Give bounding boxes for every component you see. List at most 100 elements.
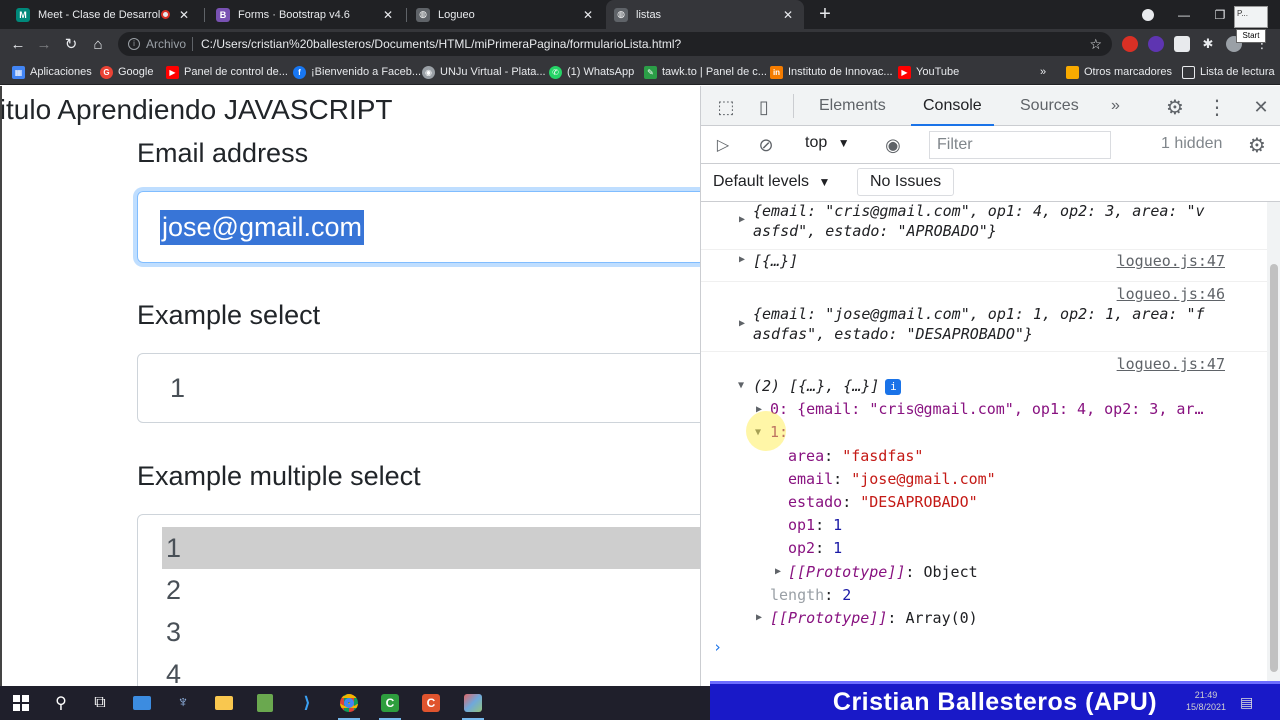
issues-button[interactable]: No Issues (857, 168, 955, 196)
prototype-array-row[interactable]: [[Prototype]]: Array(0) (770, 609, 978, 627)
close-icon[interactable]: ✕ (1249, 95, 1273, 119)
example-multiple-select[interactable]: 1 2 3 4 (137, 514, 700, 686)
search-icon[interactable]: ⚲ (48, 690, 74, 716)
eye-icon[interactable]: ◉ (881, 134, 905, 156)
tab-meet[interactable]: M Meet - Clase de Desarrollo W ✕ (8, 0, 200, 29)
console-message-expanded[interactable]: logueo.js:47 ▼ (2) [{…}, {…}] i ▶ 0: {ema… (701, 352, 1267, 634)
url-text[interactable]: C:/Users/cristian%20ballesteros/Document… (201, 37, 681, 51)
filter-input[interactable]: Filter (929, 131, 1111, 159)
collapse-triangle-icon[interactable]: ▼ (738, 380, 744, 391)
property-key: op1 (788, 516, 816, 534)
bookmark-google[interactable]: G Google (100, 64, 153, 80)
source-link[interactable]: logueo.js:47 (1117, 252, 1225, 270)
console-message[interactable]: logueo.js:46 ▶ {email: "jose@gmail.com",… (701, 282, 1267, 352)
bookmark-label: tawk.to | Panel de c... (662, 66, 767, 78)
inspect-element-icon[interactable]: ⬚ (715, 96, 737, 118)
bookmark-facebook[interactable]: f ¡Bienvenido a Faceb... (293, 64, 421, 80)
puzzle-icon[interactable]: ✱ (1200, 36, 1216, 52)
source-link[interactable]: logueo.js:47 (1117, 355, 1225, 373)
bookmark-tawk[interactable]: ✎ tawk.to | Panel de c... (644, 64, 767, 80)
bookmark-panel[interactable]: ▶ Panel de control de... (166, 64, 288, 80)
console-scrollbar[interactable] (1267, 202, 1280, 686)
more-tabs-button[interactable]: » (1111, 86, 1120, 126)
tab-bootstrap-forms[interactable]: B Forms · Bootstrap v4.6 ✕ (208, 0, 404, 29)
bookmark-unju[interactable]: ◉ UNJu Virtual - Plata... (422, 64, 546, 80)
clear-console-icon[interactable]: ⊘ (755, 134, 777, 156)
reload-icon[interactable]: ↻ (60, 33, 82, 55)
scrollbar-thumb[interactable] (1270, 264, 1278, 672)
new-tab-button[interactable]: + (814, 3, 836, 25)
expand-triangle-icon[interactable]: ▶ (739, 318, 745, 329)
bookmark-label: Instituto de Innovac... (788, 66, 893, 78)
camtasia-icon[interactable]: C (377, 690, 403, 720)
source-link[interactable]: logueo.js:46 (1117, 285, 1225, 303)
prototype-object-row[interactable]: [[Prototype]]: Object (788, 563, 978, 581)
bookmark-whatsapp[interactable]: ✆ (1) WhatsApp (549, 64, 634, 80)
bookmarks-overflow-button[interactable]: » (1040, 64, 1046, 80)
vscode-icon[interactable]: ⟩ (294, 690, 320, 716)
close-tab-icon[interactable]: ✕ (380, 8, 396, 22)
extension-icon[interactable] (1174, 36, 1190, 52)
chevron-down-icon: ▼ (818, 175, 831, 189)
log-line: [{…}] (753, 252, 799, 270)
example-select[interactable]: 1 (137, 353, 700, 423)
console-output: ▶ {email: "cris@gmail.com", op1: 4, op2:… (701, 202, 1267, 686)
minimize-button[interactable]: — (1166, 0, 1202, 29)
sidebar-toggle-icon[interactable]: ▷ (711, 134, 735, 156)
array-item-0[interactable]: 0: {email: "cris@gmail.com", op1: 4, op2… (770, 400, 1203, 418)
device-toolbar-icon[interactable]: ▯ (753, 96, 775, 118)
bookmark-youtube[interactable]: ▶ YouTube (898, 64, 959, 80)
default-levels-dropdown[interactable]: Default levels ▼ (713, 173, 830, 191)
tab-console[interactable]: Console (911, 86, 994, 126)
chrome-icon[interactable] (336, 690, 362, 720)
tab-logueo[interactable]: ◍ Logueo ✕ (408, 0, 604, 29)
multi-select-option[interactable]: 2 (162, 569, 700, 611)
file-explorer-alt-icon[interactable] (129, 690, 155, 716)
multi-select-option[interactable]: 4 (162, 653, 700, 686)
address-bar[interactable]: i Archivo C:/Users/cristian%20ballestero… (118, 32, 1112, 56)
extension-icon[interactable] (1148, 36, 1164, 52)
console-message[interactable]: ▶ [{…}] logueo.js:47 (701, 250, 1267, 282)
bookmark-star-icon[interactable]: ☆ (1089, 36, 1102, 53)
task-view-icon[interactable]: ⧉ (87, 690, 113, 716)
notification-icon[interactable]: ▤ (1240, 694, 1253, 711)
reading-list[interactable]: Lista de lectura (1182, 64, 1275, 80)
gear-icon[interactable]: ⚙ (1163, 95, 1187, 119)
paint-icon[interactable] (460, 690, 486, 720)
bookmark-instituto[interactable]: in Instituto de Innovac... (770, 64, 893, 80)
multi-select-option[interactable]: 1 (162, 527, 700, 569)
console-message[interactable]: ▶ {email: "cris@gmail.com", op1: 4, op2:… (701, 202, 1267, 250)
profile-icon[interactable] (1130, 0, 1166, 29)
console-settings-icon[interactable]: ⚙ (1245, 134, 1269, 157)
bookmark-apps[interactable]: ▦ Aplicaciones (12, 64, 92, 80)
kebab-menu-icon[interactable]: ⋮ (1205, 95, 1229, 119)
home-icon[interactable]: ⌂ (87, 33, 109, 55)
close-tab-icon[interactable]: ✕ (176, 8, 192, 22)
expand-triangle-icon[interactable]: ▶ (739, 254, 745, 265)
close-tab-icon[interactable]: ✕ (780, 8, 796, 22)
multi-select-option[interactable]: 3 (162, 611, 700, 653)
expand-triangle-icon[interactable]: ▶ (739, 214, 745, 225)
expand-triangle-icon[interactable]: ▶ (775, 566, 781, 577)
info-badge-icon[interactable]: i (885, 379, 902, 395)
system-clock[interactable]: 21:49 15/8/2021 (1186, 689, 1226, 713)
tab-elements[interactable]: Elements (819, 86, 886, 126)
expand-triangle-icon[interactable]: ▶ (756, 612, 762, 623)
console-prompt[interactable]: › (713, 638, 722, 656)
maximize-button[interactable]: ❐ (1202, 0, 1238, 29)
windows-start-icon[interactable] (8, 690, 34, 716)
tab-sources[interactable]: Sources (1020, 86, 1079, 126)
context-selector[interactable]: top ▼ (805, 134, 850, 152)
folder-icon[interactable] (211, 690, 237, 716)
tab-listas[interactable]: ◍ listas ✕ (606, 0, 804, 29)
xampp-icon[interactable]: ♆ (170, 690, 196, 716)
email-field[interactable]: jose@gmail.com (137, 191, 700, 263)
close-tab-icon[interactable]: ✕ (580, 8, 596, 22)
recorder-icon[interactable]: C (418, 690, 444, 716)
back-icon[interactable]: ← (7, 33, 29, 55)
extension-record-icon[interactable] (1122, 36, 1138, 52)
notepad-icon[interactable] (252, 690, 278, 716)
other-bookmarks[interactable]: Otros marcadores (1066, 64, 1172, 80)
forward-icon[interactable]: → (33, 33, 55, 55)
info-icon[interactable]: i (128, 38, 140, 50)
